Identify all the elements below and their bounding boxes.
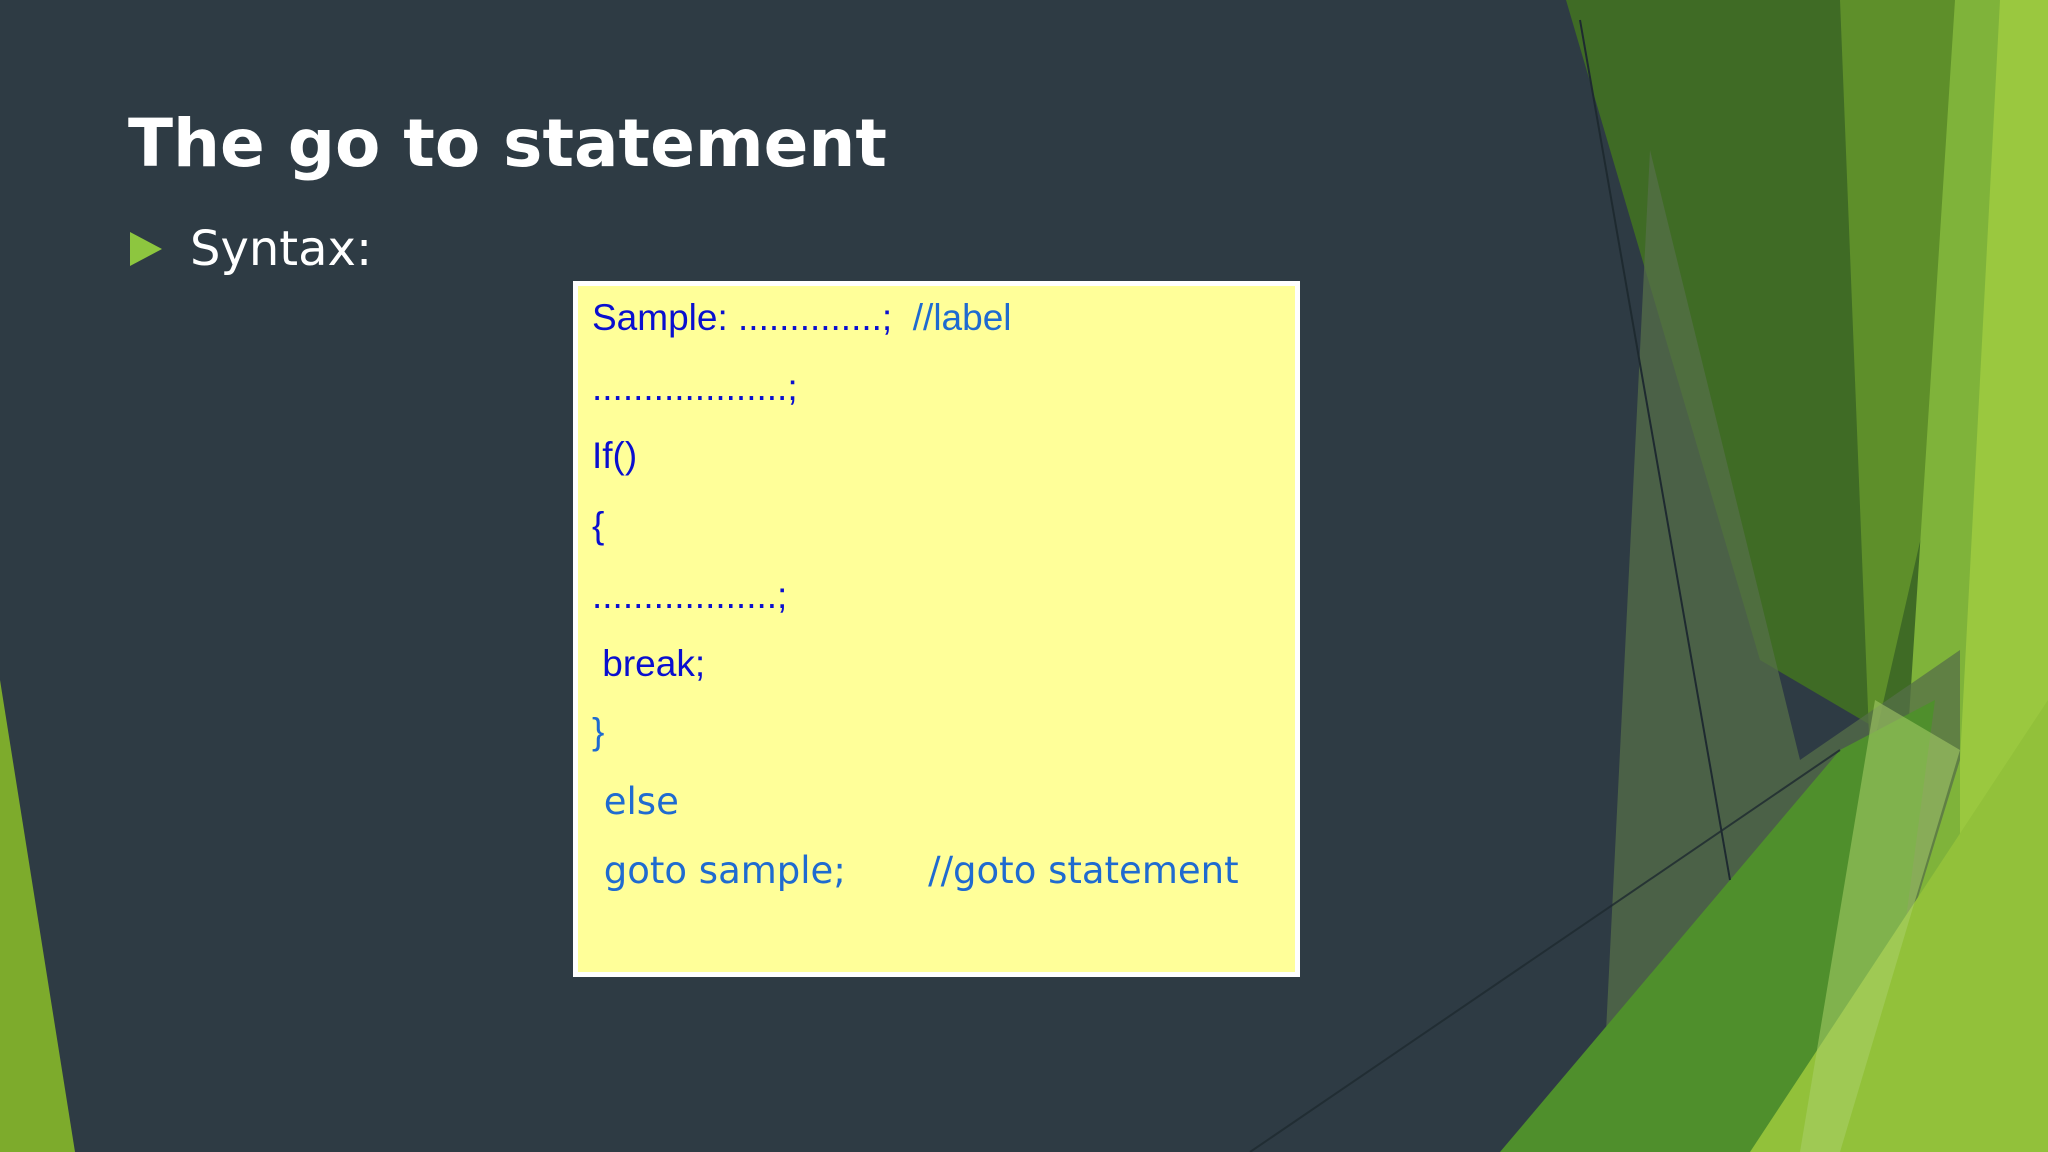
code-line: }: [592, 711, 605, 752]
code-line-main: Sample: ..............;: [592, 297, 893, 338]
code-line-label: Sample: ..............; //label: [592, 297, 1012, 339]
code-line: If(): [592, 435, 638, 476]
slide: The go to statement Syntax: Sample: ....…: [0, 0, 2048, 1152]
code-line-comment: //label: [912, 297, 1012, 338]
code-line: ...................;: [592, 367, 798, 408]
code-line: ..................;: [592, 575, 788, 616]
code-line: {: [592, 505, 605, 546]
left-green-shape: [0, 680, 75, 1152]
code-line-goto: goto sample; //goto statement: [592, 849, 1239, 892]
bullet-text: Syntax:: [190, 221, 373, 277]
slide-title: The go to statement: [128, 105, 887, 182]
bullet-item: Syntax:: [130, 214, 372, 284]
code-line-main: goto sample;: [592, 849, 846, 892]
triangle-bullet-icon: [130, 232, 162, 266]
code-line: break;: [592, 643, 706, 684]
code-box: Sample: ..............; //label ........…: [573, 281, 1300, 977]
code-line-comment: //goto statement: [928, 849, 1239, 892]
code-line: else: [592, 780, 679, 823]
